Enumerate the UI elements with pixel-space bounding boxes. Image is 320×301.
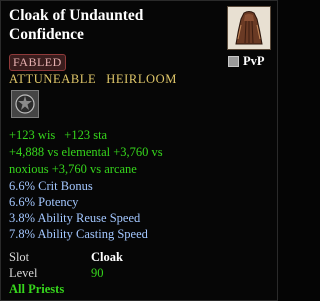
slot-row: Slot Cloak xyxy=(9,250,123,265)
stat-line-3: noxious +3,760 vs arcane xyxy=(9,162,137,176)
level-row: Level 90 xyxy=(9,266,104,281)
level-label: Level xyxy=(9,266,38,280)
class-restriction: All Priests xyxy=(9,282,65,296)
pvp-toggle[interactable]: PvP xyxy=(228,54,265,68)
pvp-label: PvP xyxy=(243,53,265,68)
bonus-reuse: 3.8% Ability Reuse Speed xyxy=(9,211,141,225)
slot-label: Slot xyxy=(9,250,30,264)
tag-attuneable: ATTUNEABLE xyxy=(9,72,97,86)
stat-line-2: +4,888 vs elemental +3,760 vs xyxy=(9,145,163,159)
item-tooltip: Cloak of Undaunted Confidence PvP FABLED… xyxy=(0,0,278,301)
slot-value: Cloak xyxy=(91,250,123,264)
cloak-icon xyxy=(227,6,271,50)
stat-sta: +123 sta xyxy=(64,128,108,142)
tag-heirloom: HEIRLOOM xyxy=(106,72,178,86)
stat-wis: +123 wis xyxy=(9,128,56,142)
item-tags: ATTUNEABLE HEIRLOOM xyxy=(9,72,177,87)
item-title: Cloak of Undaunted Confidence xyxy=(9,7,144,43)
pvp-checkbox[interactable] xyxy=(228,55,239,67)
bonus-crit: 6.6% Crit Bonus xyxy=(9,179,93,193)
bonus-casting: 7.8% Ability Casting Speed xyxy=(9,227,148,241)
adornment-slot-icon xyxy=(11,90,39,118)
level-value: 90 xyxy=(91,266,104,280)
tier-badge: FABLED xyxy=(9,54,66,71)
bonus-potency: 6.6% Potency xyxy=(9,195,79,209)
stat-line-1: +123 wis +123 sta xyxy=(9,127,107,144)
